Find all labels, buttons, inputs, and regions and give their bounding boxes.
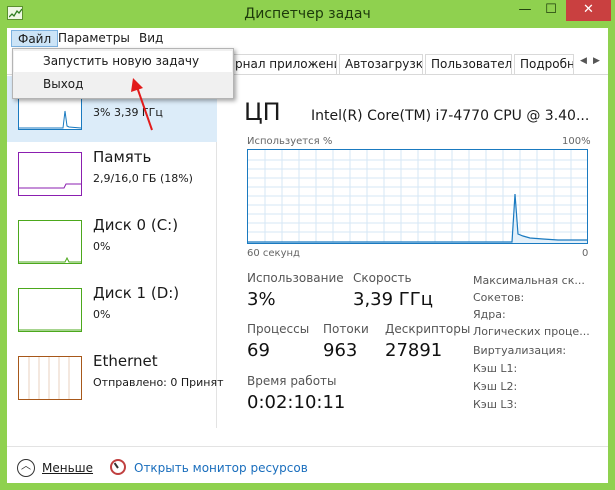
window-frame: Диспетчер задач — ☐ ✕ Файл Параметры Вид… xyxy=(0,0,615,490)
red-arrow-annotation xyxy=(131,78,153,131)
